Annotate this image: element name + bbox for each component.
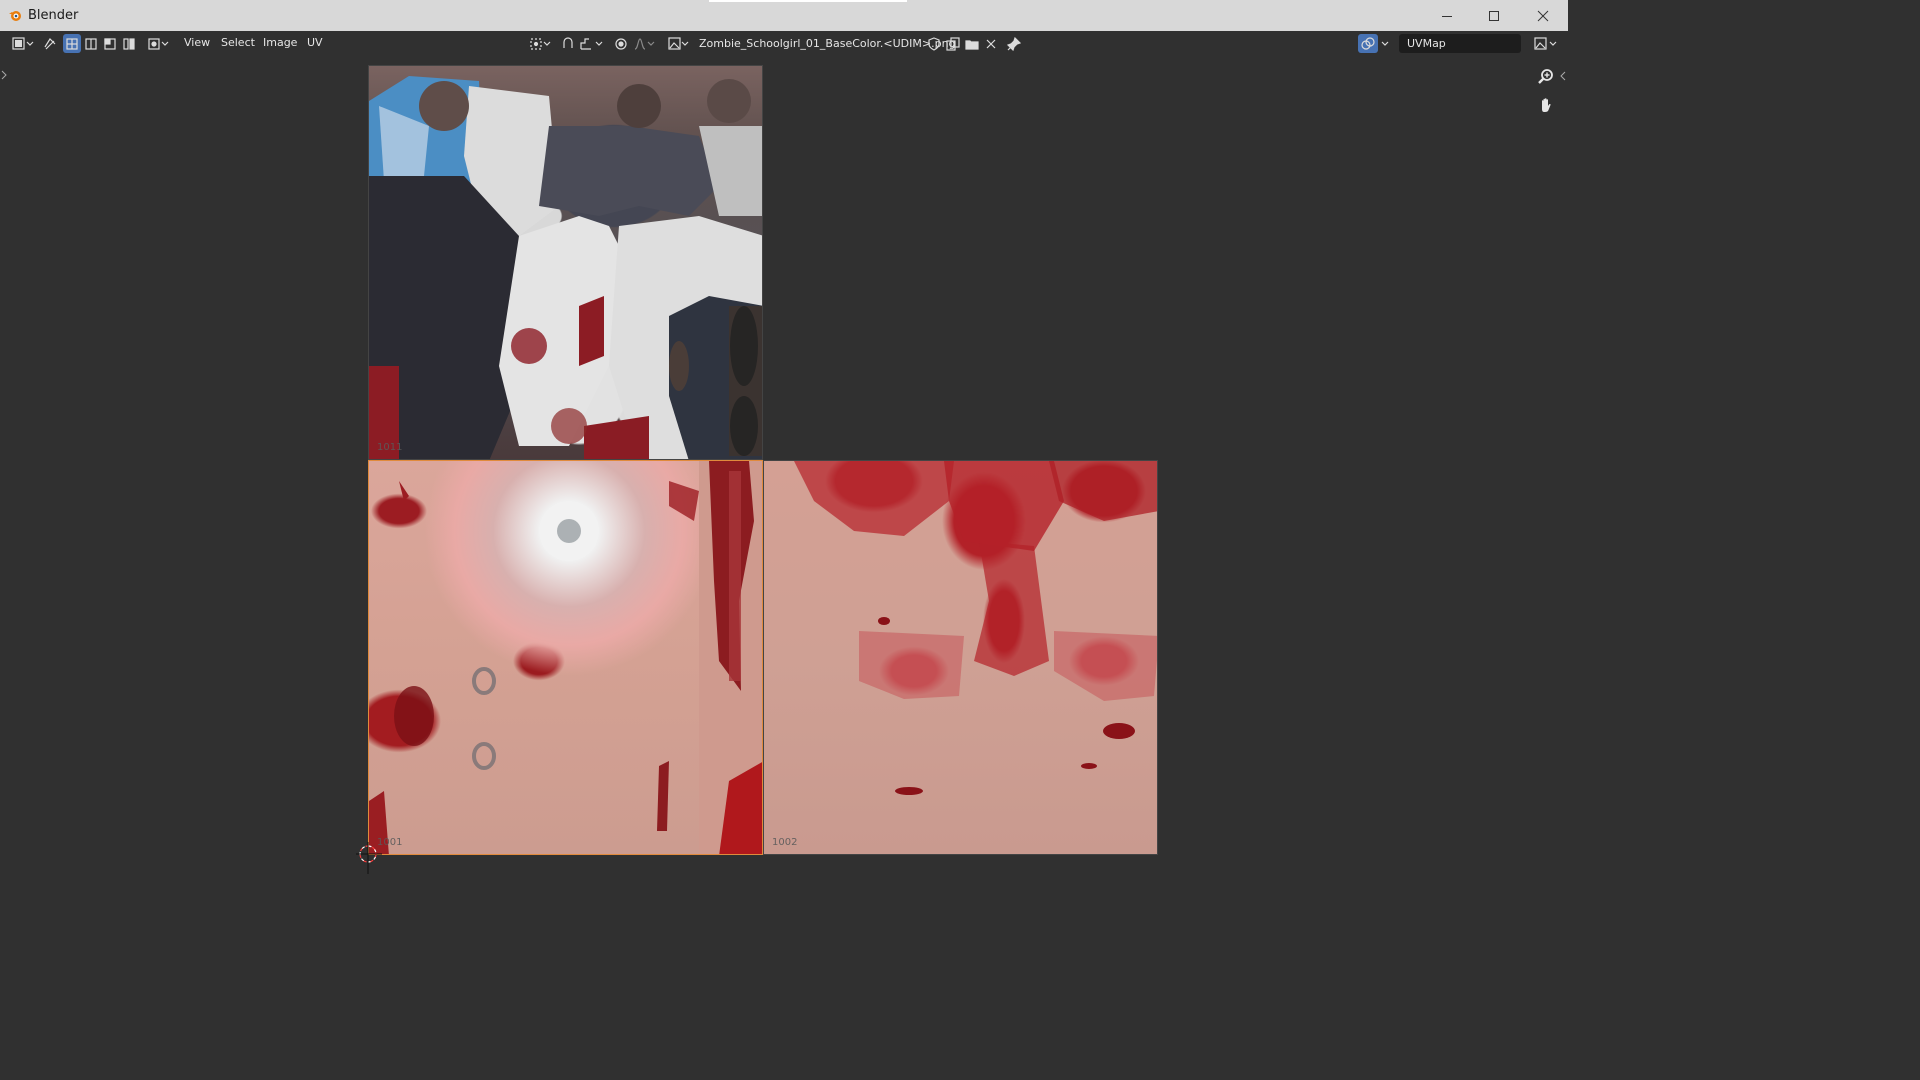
- menu-select[interactable]: Select: [221, 36, 255, 49]
- uv-editor-viewport[interactable]: 1011 1001 1002: [0, 56, 1568, 882]
- snap-target-dropdown[interactable]: [578, 34, 606, 53]
- image-editor-icon: [12, 36, 34, 50]
- close-icon: [1537, 10, 1549, 21]
- pin-icon: [1007, 36, 1021, 51]
- open-image-button[interactable]: [963, 34, 980, 53]
- zoom-gizmo[interactable]: [1533, 63, 1559, 89]
- menu-image[interactable]: Image: [263, 36, 297, 49]
- new-image-icon: [945, 36, 960, 51]
- face-select-mode-button[interactable]: [101, 34, 119, 53]
- tile-label-1011: 1011: [377, 442, 403, 453]
- sidebar-expand-icon[interactable]: [1560, 71, 1566, 81]
- menu-uv[interactable]: UV: [307, 36, 323, 49]
- minimize-icon: [1442, 15, 1452, 17]
- uv-map-selector[interactable]: UVMap: [1399, 34, 1521, 53]
- island-select-icon: [123, 37, 135, 50]
- pivot-icon: [530, 37, 551, 50]
- vertex-select-mode-button[interactable]: [63, 34, 81, 53]
- edge-select-mode-button[interactable]: [82, 34, 100, 53]
- close-button[interactable]: [1520, 0, 1566, 31]
- image-name-field[interactable]: Zombie_Schoolgirl_01_BaseColor.<UDIM>.pn…: [695, 34, 960, 53]
- snap-icon: [563, 36, 573, 48]
- vertex-select-icon: [66, 37, 78, 50]
- udim-tile-1002: 1002: [763, 460, 1158, 855]
- image-browse-dropdown[interactable]: [666, 34, 692, 53]
- texture-1011-art: [369, 76, 762, 459]
- menu-view[interactable]: View: [184, 36, 210, 49]
- display-channels-dropdown[interactable]: [1532, 34, 1560, 53]
- texture-1002-art: [794, 461, 1157, 795]
- snap-increment-icon: [580, 37, 603, 50]
- maximize-button[interactable]: [1471, 0, 1517, 31]
- uv-sync-icon: [44, 37, 56, 49]
- window-title: Blender: [28, 8, 79, 23]
- proportional-falloff-dropdown[interactable]: [632, 34, 658, 53]
- chevron-down-icon: [1381, 41, 1389, 46]
- udim-tile-1001: 1001: [368, 460, 763, 855]
- 2d-cursor-icon[interactable]: [352, 836, 386, 876]
- face-select-icon: [104, 37, 116, 50]
- overlays-dropdown[interactable]: [1379, 34, 1391, 53]
- pan-hand-icon: [1542, 98, 1551, 112]
- window-titlebar: Blender: [0, 0, 1568, 31]
- new-image-button[interactable]: [944, 34, 961, 53]
- display-channels-icon: [1534, 36, 1557, 50]
- uv-sync-selection-toggle[interactable]: [40, 34, 60, 53]
- editor-type-dropdown[interactable]: [9, 34, 37, 53]
- sticky-select-icon: [148, 37, 169, 50]
- overlays-toggle[interactable]: [1358, 34, 1378, 53]
- unlink-icon: [986, 39, 995, 48]
- maximize-icon: [1489, 10, 1499, 21]
- uv-editor-header: View Select Image UV Zombie_Schoolgirl_0…: [0, 31, 1568, 56]
- fake-user-button[interactable]: [925, 34, 942, 53]
- pan-gizmo[interactable]: [1533, 92, 1559, 118]
- edge-select-icon: [85, 37, 97, 50]
- falloff-curve-icon: [634, 37, 655, 50]
- blender-logo-icon: [9, 11, 21, 21]
- unlink-image-button[interactable]: [982, 34, 999, 53]
- island-select-mode-button[interactable]: [120, 34, 138, 53]
- tile-label-1002: 1002: [772, 837, 798, 848]
- open-image-icon: [964, 39, 979, 50]
- image-browse-icon: [668, 36, 689, 50]
- overlay-icon: [1361, 36, 1375, 50]
- pivot-point-dropdown[interactable]: [528, 34, 554, 53]
- fake-user-icon: [927, 36, 940, 51]
- proportional-editing-toggle[interactable]: [612, 34, 630, 53]
- zoom-icon: [1538, 69, 1553, 84]
- sticky-selection-dropdown[interactable]: [146, 34, 172, 53]
- toolbar-expand-icon[interactable]: [1, 70, 7, 80]
- pin-image-button[interactable]: [1005, 34, 1023, 53]
- udim-tile-1011: 1011: [368, 65, 763, 460]
- snap-toggle[interactable]: [558, 34, 578, 53]
- texture-1001-art: [369, 461, 762, 854]
- minimize-button[interactable]: [1424, 0, 1470, 31]
- titlebar-focus-indicator: [709, 0, 907, 2]
- proportional-edit-icon: [615, 37, 627, 50]
